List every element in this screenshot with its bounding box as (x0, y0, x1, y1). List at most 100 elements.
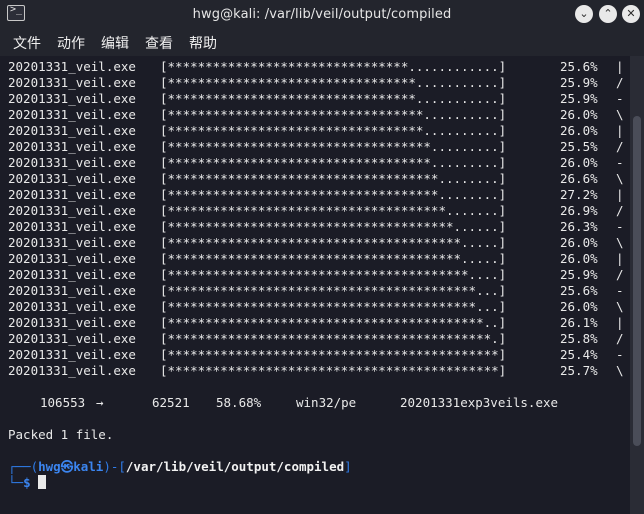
compression-ratio: 58.68% (216, 395, 262, 410)
progress-spinner: | (616, 123, 624, 138)
minimize-button[interactable]: ⌄ (575, 5, 593, 23)
packed-size: 62521 (152, 395, 190, 410)
prompt-corner-bottom: └─ (8, 475, 24, 490)
progress-spinner: \ (616, 171, 624, 186)
prompt-at-symbol: ㉿ (60, 459, 74, 474)
maximize-button[interactable]: ⌃ (599, 5, 617, 23)
progress-bar: [***************************************… (160, 235, 507, 250)
progress-percent: 26.0% (560, 107, 598, 122)
prompt-user: hwg (38, 459, 61, 474)
progress-spinner: - (616, 155, 624, 170)
progress-file-name: 20201331_veil.exe (8, 155, 136, 170)
progress-percent: 25.6% (560, 59, 598, 74)
progress-spinner: - (616, 347, 624, 362)
arrow: → (96, 395, 104, 410)
progress-percent: 26.0% (560, 299, 598, 314)
progress-file-name: 20201331_veil.exe (8, 139, 136, 154)
progress-file-name: 20201331_veil.exe (8, 251, 136, 266)
title-bar[interactable]: >_ hwg@kali: /var/lib/veil/output/compil… (0, 0, 644, 30)
output-file: 20201331exp3veils.exe (400, 395, 559, 410)
progress-spinner: \ (616, 107, 624, 122)
progress-spinner: | (616, 251, 624, 266)
progress-percent: 25.9% (560, 91, 598, 106)
progress-bar: [***************************************… (160, 267, 507, 282)
text-cursor (38, 475, 47, 489)
progress-spinner: / (616, 203, 624, 218)
terminal-output[interactable]: 20201331_veil.exe [**********************… (0, 56, 630, 514)
menu-help[interactable]: 帮助 (189, 33, 217, 53)
progress-bar: [***************************************… (160, 315, 507, 330)
progress-spinner: | (616, 187, 624, 202)
scrollbar-thumb[interactable] (633, 116, 641, 446)
menu-edit[interactable]: 编辑 (101, 33, 129, 53)
progress-percent: 26.3% (560, 219, 598, 234)
progress-percent: 25.6% (560, 283, 598, 298)
progress-bar: [********************************.......… (160, 59, 507, 74)
progress-bar: [***************************************… (160, 363, 507, 378)
progress-bar: [***************************************… (160, 331, 507, 346)
progress-spinner: - (616, 91, 624, 106)
progress-percent: 26.9% (560, 203, 598, 218)
scrollbar[interactable] (630, 56, 644, 514)
menu-bar: 文件 动作 编辑 查看 帮助 (0, 30, 644, 56)
prompt-symbol: $ (23, 475, 31, 490)
progress-percent: 25.9% (560, 267, 598, 282)
prompt-line-1: ┌──(hwg㉿kali)-[/var/lib/veil/output/comp… (8, 459, 352, 475)
progress-spinner: | (616, 59, 624, 74)
menu-action[interactable]: 动作 (57, 33, 85, 53)
progress-file-name: 20201331_veil.exe (8, 75, 136, 90)
prompt-line-2[interactable]: └─$ (8, 475, 47, 491)
progress-bar: [************************************...… (160, 187, 507, 202)
progress-bar: [**************************************.… (160, 219, 507, 234)
progress-file-name: 20201331_veil.exe (8, 283, 136, 298)
original-size: 106553 (40, 395, 86, 410)
progress-bar: [***************************************… (160, 251, 507, 266)
progress-bar: [**********************************.....… (160, 123, 507, 138)
progress-spinner: / (616, 139, 624, 154)
progress-file-name: 20201331_veil.exe (8, 347, 136, 362)
window-title: hwg@kali: /var/lib/veil/output/compiled (192, 7, 452, 22)
progress-percent: 26.0% (560, 235, 598, 250)
progress-bar: [***********************************....… (160, 155, 507, 170)
file-format: win32/pe (296, 395, 357, 410)
progress-file-name: 20201331_veil.exe (8, 363, 136, 378)
progress-spinner: \ (616, 299, 624, 314)
progress-bar: [***************************************… (160, 283, 507, 298)
progress-bar: [*********************************......… (160, 91, 507, 106)
menu-view[interactable]: 查看 (145, 33, 173, 53)
progress-bar: [*********************************......… (160, 75, 507, 90)
progress-file-name: 20201331_veil.exe (8, 59, 136, 74)
progress-bar: [***************************************… (160, 347, 507, 362)
progress-percent: 26.0% (560, 123, 598, 138)
progress-file-name: 20201331_veil.exe (8, 203, 136, 218)
close-button[interactable]: ✕ (622, 5, 640, 23)
progress-file-name: 20201331_veil.exe (8, 91, 136, 106)
progress-percent: 26.0% (560, 155, 598, 170)
prompt-host: kali (73, 459, 104, 474)
progress-file-name: 20201331_veil.exe (8, 299, 136, 314)
progress-file-name: 20201331_veil.exe (8, 219, 136, 234)
progress-spinner: | (616, 315, 624, 330)
progress-percent: 25.9% (560, 75, 598, 90)
progress-percent: 27.2% (560, 187, 598, 202)
progress-percent: 25.4% (560, 347, 598, 362)
progress-percent: 25.8% (560, 331, 598, 346)
progress-file-name: 20201331_veil.exe (8, 171, 136, 186)
menu-file[interactable]: 文件 (13, 33, 41, 53)
prompt-bracket-mid: )-[ (103, 459, 126, 474)
progress-spinner: - (616, 219, 624, 234)
progress-bar: [***************************************… (160, 299, 507, 314)
terminal-window: >_ hwg@kali: /var/lib/veil/output/compil… (0, 0, 644, 514)
progress-percent: 25.7% (560, 363, 598, 378)
prompt-path: /var/lib/veil/output/compiled (125, 459, 345, 474)
progress-file-name: 20201331_veil.exe (8, 107, 136, 122)
progress-spinner: \ (616, 363, 624, 378)
progress-spinner: / (616, 331, 624, 346)
progress-bar: [***********************************....… (160, 139, 507, 154)
packed-message: Packed 1 file. (8, 427, 114, 442)
progress-file-name: 20201331_veil.exe (8, 235, 136, 250)
progress-spinner: / (616, 267, 624, 282)
prompt-bracket-end: ] (344, 459, 352, 474)
progress-bar: [*************************************..… (160, 203, 507, 218)
prompt-corner-top: ┌──( (8, 459, 39, 474)
